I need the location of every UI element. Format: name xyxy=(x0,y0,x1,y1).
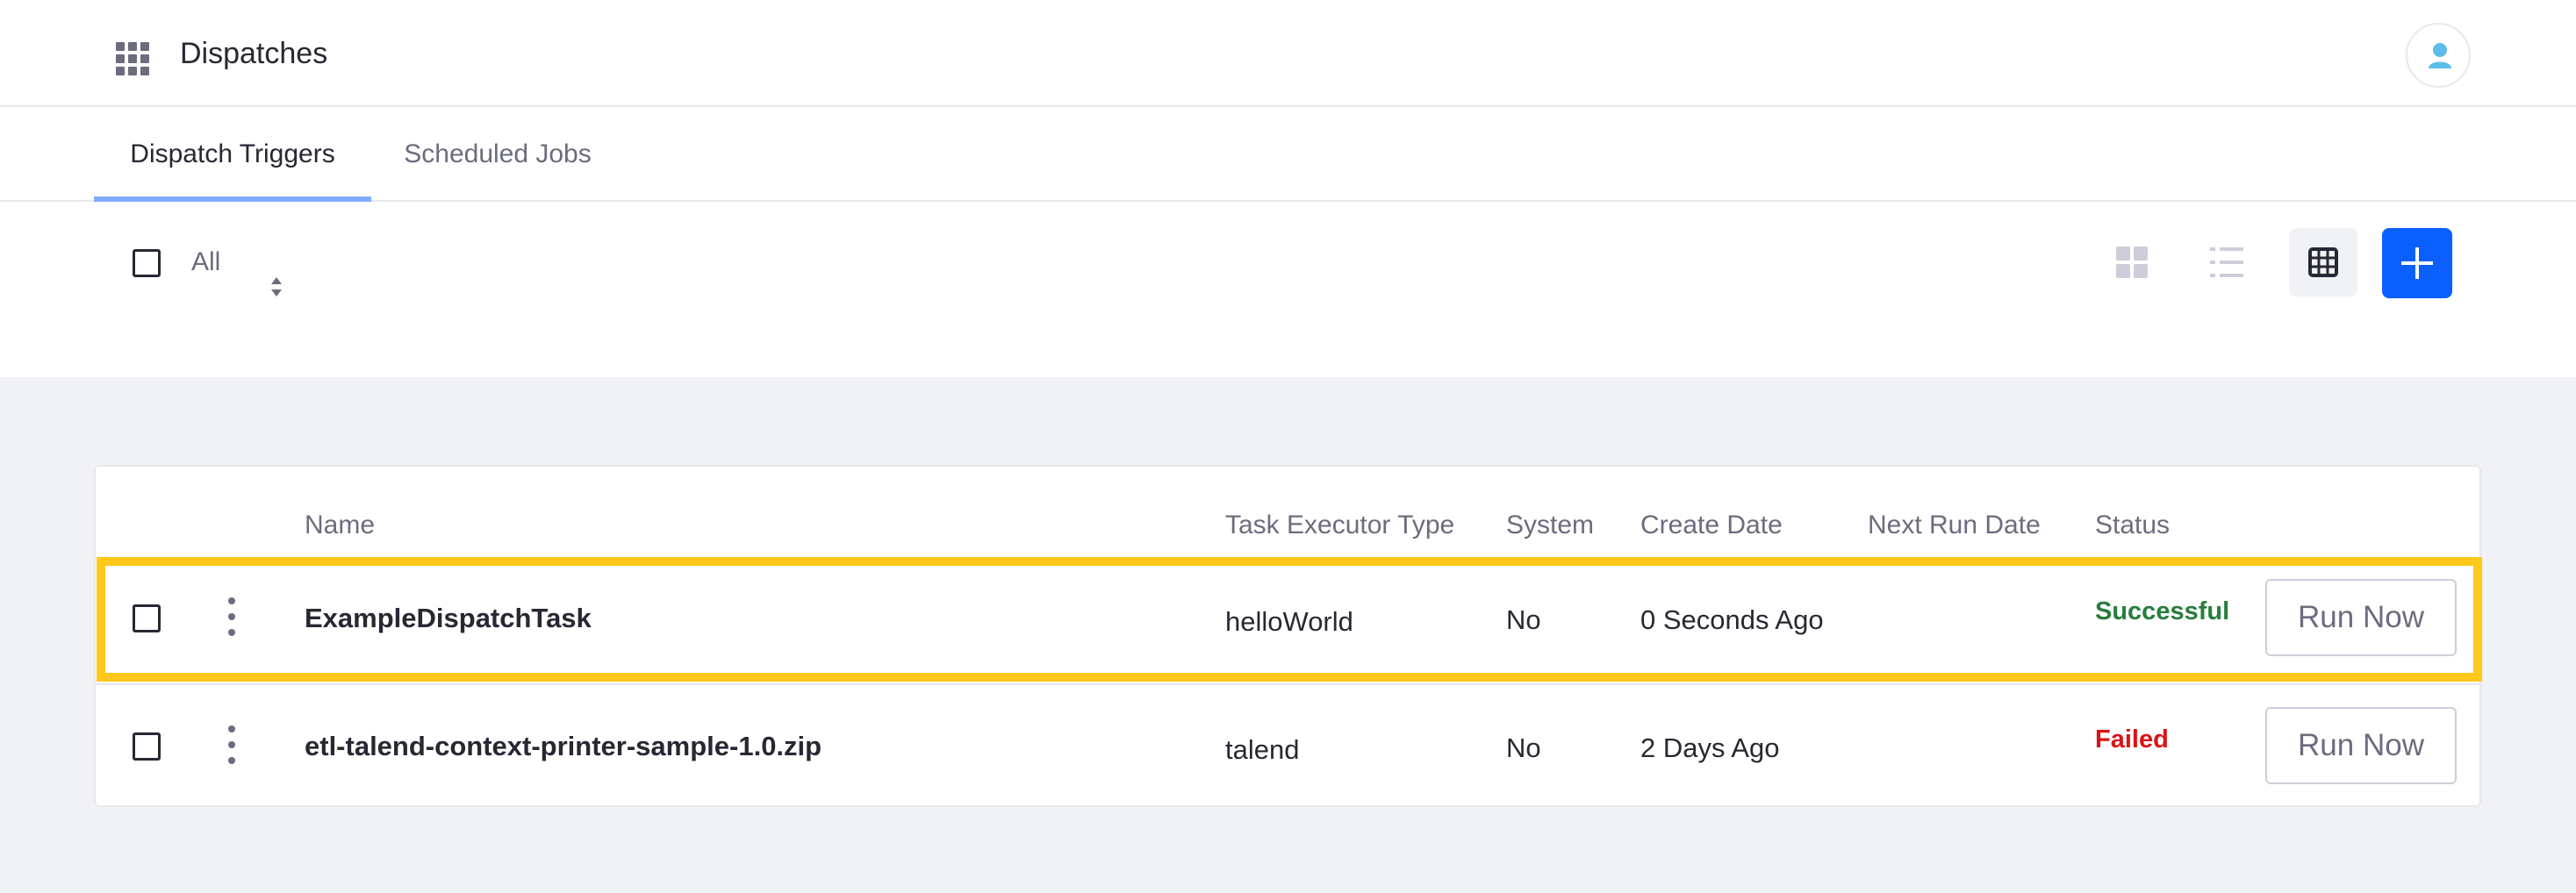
column-header-task-executor-type: Task Executor Type xyxy=(1225,511,1455,539)
run-now-button[interactable]: Run Now xyxy=(2265,579,2457,656)
top-bar: Dispatches xyxy=(0,0,2576,107)
column-header-system: System xyxy=(1506,511,1595,539)
apps-grid-icon[interactable] xyxy=(116,42,149,75)
sort-caret-icon[interactable] xyxy=(269,275,283,298)
column-header-status: Status xyxy=(2095,511,2171,539)
row-name: etl-talend-context-printer-sample-1.0.zi… xyxy=(305,731,822,761)
list-view-icon xyxy=(2210,247,2243,277)
column-header-create-date: Create Date xyxy=(1640,511,1783,539)
select-all-label[interactable]: All xyxy=(191,247,220,277)
app-title: Dispatches xyxy=(180,37,328,70)
tab-scheduled-jobs[interactable]: Scheduled Jobs xyxy=(386,107,609,202)
column-header-next-run-date: Next Run Date xyxy=(1868,511,2041,539)
tab-dispatch-triggers[interactable]: Dispatch Triggers xyxy=(94,107,371,204)
run-now-button[interactable]: Run Now xyxy=(2265,707,2457,784)
dispatch-triggers-table: Name Task Executor Type System Create Da… xyxy=(94,465,2482,810)
table-row[interactable]: etl-talend-context-printer-sample-1.0.zi… xyxy=(96,683,2479,810)
kebab-menu-icon[interactable] xyxy=(219,597,245,636)
column-header-name: Name xyxy=(305,511,376,539)
row-checkbox[interactable] xyxy=(133,604,161,632)
kebab-menu-icon[interactable] xyxy=(219,725,245,764)
row-system: No xyxy=(1506,604,1541,635)
tab-bar: Dispatch Triggers Scheduled Jobs xyxy=(0,107,2576,204)
cards-view-icon xyxy=(2116,246,2148,278)
cards-view-button[interactable] xyxy=(2098,228,2166,296)
user-avatar-button[interactable] xyxy=(2406,23,2471,88)
management-toolbar: All xyxy=(0,202,2576,377)
row-create-date: 2 Days Ago xyxy=(1640,732,1780,763)
row-task-executor-type: helloWorld xyxy=(1225,606,1353,637)
table-view-icon xyxy=(2308,247,2338,277)
status-badge: Failed xyxy=(2095,725,2169,754)
add-button[interactable] xyxy=(2382,228,2452,298)
plus-icon xyxy=(2401,247,2433,279)
select-all-checkbox[interactable] xyxy=(133,249,161,277)
status-badge: Successful xyxy=(2095,597,2230,625)
row-name: ExampleDispatchTask xyxy=(305,603,592,633)
table-row[interactable]: ExampleDispatchTask helloWorld No 0 Seco… xyxy=(96,557,2479,683)
user-icon xyxy=(2429,43,2451,68)
row-create-date: 0 Seconds Ago xyxy=(1640,604,1824,635)
table-view-button[interactable] xyxy=(2289,228,2357,296)
row-task-executor-type: talend xyxy=(1225,734,1300,765)
row-system: No xyxy=(1506,732,1541,763)
list-view-button[interactable] xyxy=(2192,228,2261,296)
row-checkbox[interactable] xyxy=(133,732,161,761)
